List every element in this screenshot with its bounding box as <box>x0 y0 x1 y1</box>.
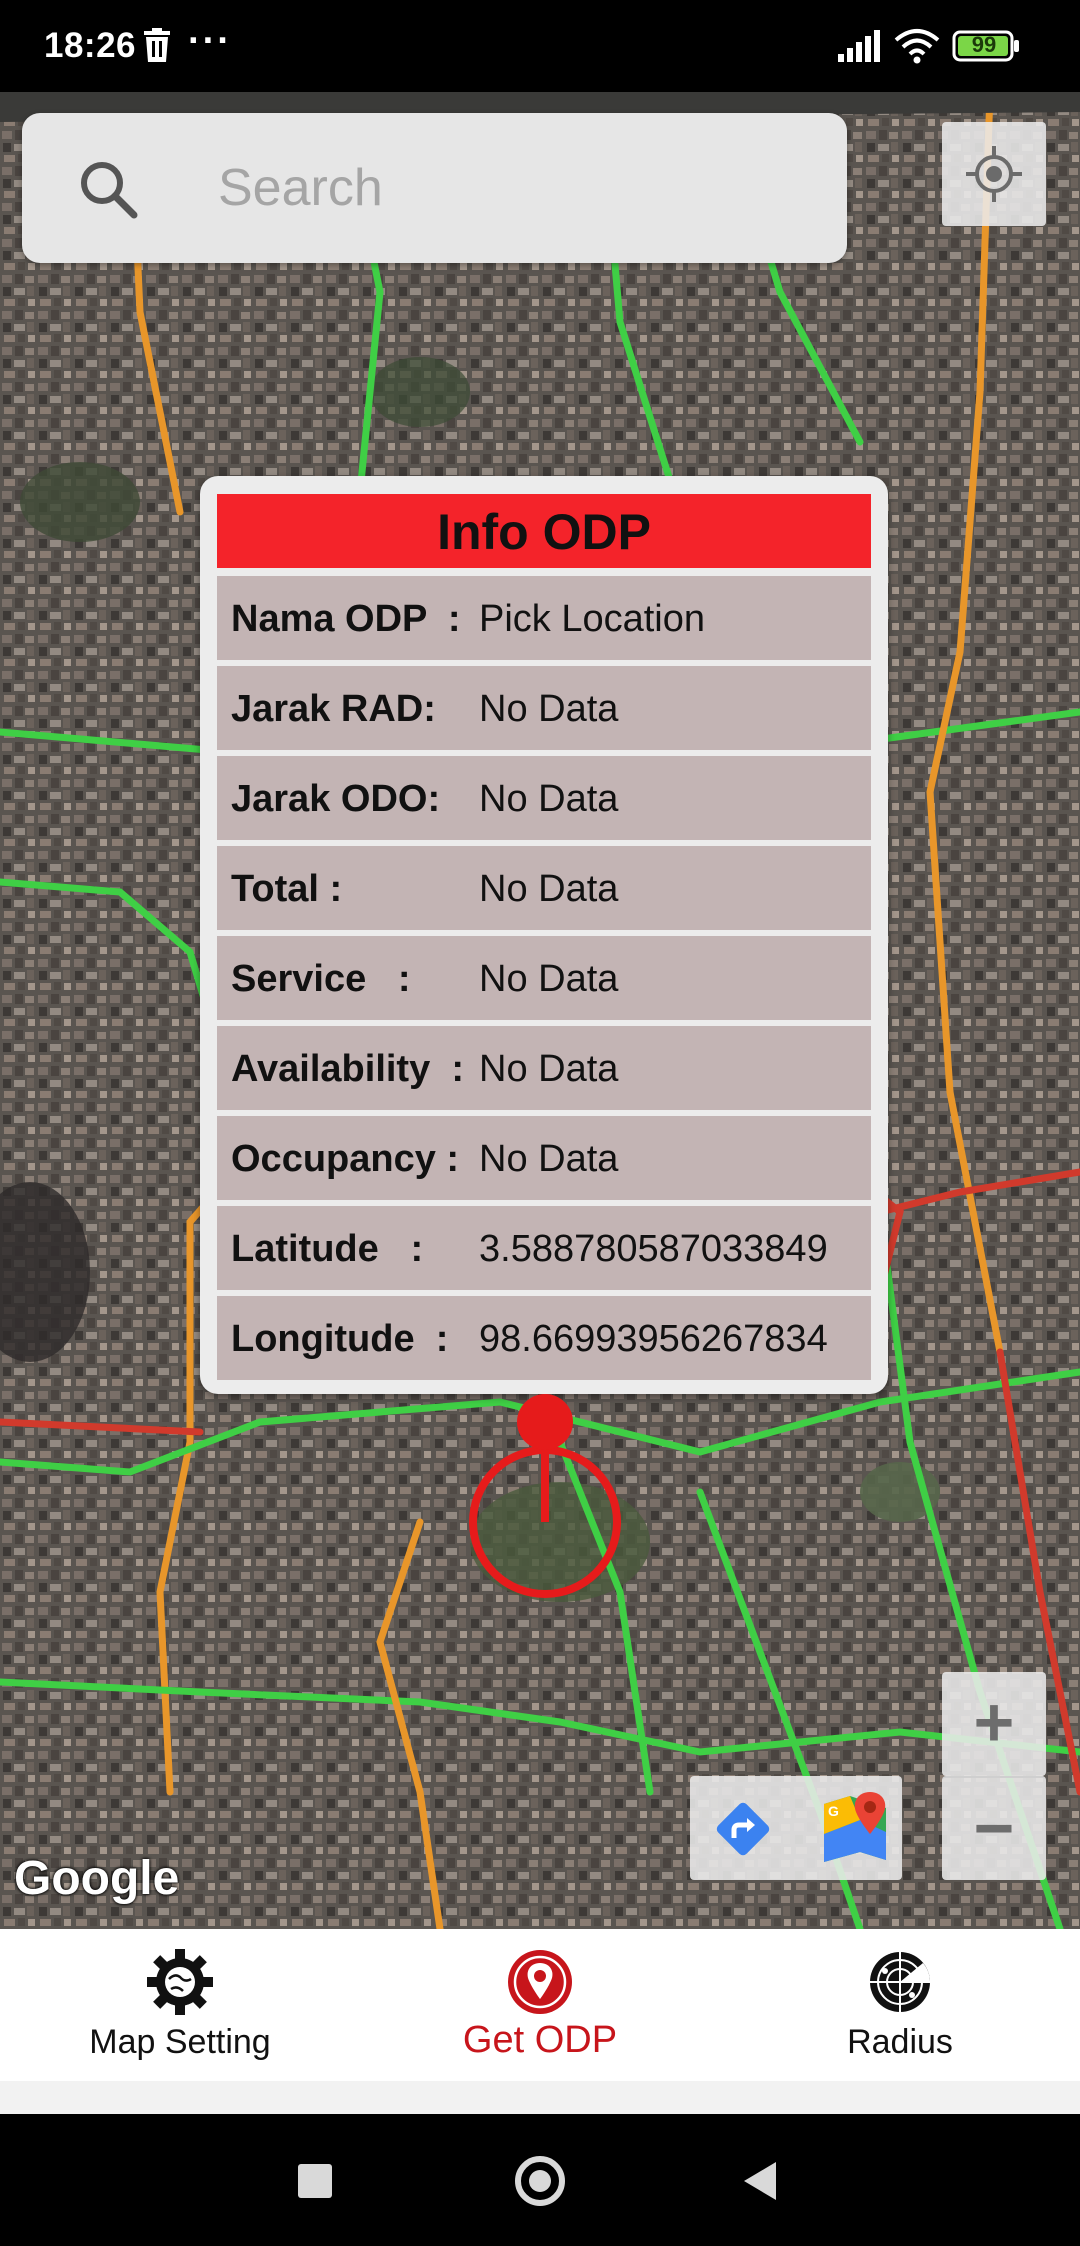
info-label: Jarak RAD: <box>231 688 436 730</box>
info-row-nama-odp: Nama ODP : Pick Location <box>217 576 871 660</box>
system-navigation-bar <box>0 2114 1080 2246</box>
my-location-button[interactable] <box>942 122 1046 226</box>
info-row-jarak-odo: Jarak ODO: No Data <box>217 756 871 840</box>
svg-text:G: G <box>828 1803 839 1819</box>
home-button[interactable] <box>515 2156 565 2206</box>
search-icon[interactable] <box>74 155 144 225</box>
nav-label: Radius <box>847 2023 953 2061</box>
signal-icon <box>838 30 880 62</box>
info-label: Total : <box>231 868 343 910</box>
battery-level: 99 <box>971 32 997 57</box>
nav-label: Map Setting <box>89 2023 271 2061</box>
info-value: No Data <box>479 1048 619 1090</box>
info-row-occupancy: Occupancy : No Data <box>217 1116 871 1200</box>
zoom-in-button[interactable]: + <box>942 1672 1046 1776</box>
nav-label: Get ODP <box>462 2019 618 2061</box>
radar-icon <box>870 1952 930 2012</box>
gear-globe-icon <box>147 1949 213 2015</box>
info-value: No Data <box>479 1138 619 1180</box>
satellite-map[interactable]: Info ODP Nama ODP : Pick Location Jarak … <box>0 92 1080 1929</box>
wifi-icon <box>894 29 940 64</box>
info-value: Pick Location <box>479 598 706 640</box>
locate-icon <box>966 146 1022 202</box>
info-row-jarak-rad: Jarak RAD: No Data <box>217 666 871 750</box>
directions-icon[interactable] <box>714 1800 772 1858</box>
info-label: Nama ODP : <box>231 598 461 640</box>
nav-spacer <box>0 2081 1080 2114</box>
search-input[interactable] <box>218 143 798 233</box>
info-card-title: Info ODP <box>217 494 871 568</box>
status-bar: 18:26 ··· 99 <box>0 0 1080 92</box>
location-marker[interactable] <box>460 1392 630 1612</box>
info-value: No Data <box>479 958 619 1000</box>
plus-icon: + <box>973 1683 1015 1761</box>
info-label: Availability : <box>231 1048 464 1090</box>
minus-icon: − <box>973 1789 1015 1867</box>
info-label: Occupancy : <box>231 1138 460 1180</box>
trash-icon <box>144 28 170 62</box>
recents-button[interactable] <box>298 2164 332 2198</box>
more-dots-icon: ··· <box>188 20 232 62</box>
info-row-latitude: Latitude : 3.588780587033849 <box>217 1206 871 1290</box>
info-label: Service : <box>231 958 411 1000</box>
info-value: No Data <box>479 688 619 730</box>
location-pin-icon <box>508 1950 572 2014</box>
info-label: Latitude : <box>231 1228 424 1270</box>
nav-item-map-setting[interactable]: Map Setting <box>0 1929 360 2081</box>
status-time: 18:26 <box>44 26 137 65</box>
back-button[interactable] <box>744 2162 776 2200</box>
map-toolbar: G <box>690 1776 902 1880</box>
info-row-total: Total : No Data <box>217 846 871 930</box>
info-value: 98.66993956267834 <box>479 1318 828 1360</box>
info-value: No Data <box>479 778 619 820</box>
info-row-longitude: Longitude : 98.66993956267834 <box>217 1296 871 1380</box>
info-row-service: Service : No Data <box>217 936 871 1020</box>
info-row-availability: Availability : No Data <box>217 1026 871 1110</box>
info-label: Jarak ODO: <box>231 778 441 820</box>
info-odp-card: Info ODP Nama ODP : Pick Location Jarak … <box>200 476 888 1394</box>
info-value: 3.588780587033849 <box>479 1228 828 1270</box>
info-label: Longitude : <box>231 1318 449 1360</box>
search-bar[interactable] <box>22 113 847 263</box>
nav-item-radius[interactable]: Radius <box>720 1929 1080 2081</box>
nav-item-get-odp[interactable]: Get ODP <box>360 1929 720 2081</box>
bottom-navigation: Map Setting Get ODP Radius <box>0 1929 1080 2081</box>
zoom-out-button[interactable]: − <box>942 1776 1046 1880</box>
google-attribution: Google <box>14 1852 180 1905</box>
info-value: No Data <box>479 868 619 910</box>
google-maps-icon[interactable]: G <box>820 1790 890 1866</box>
